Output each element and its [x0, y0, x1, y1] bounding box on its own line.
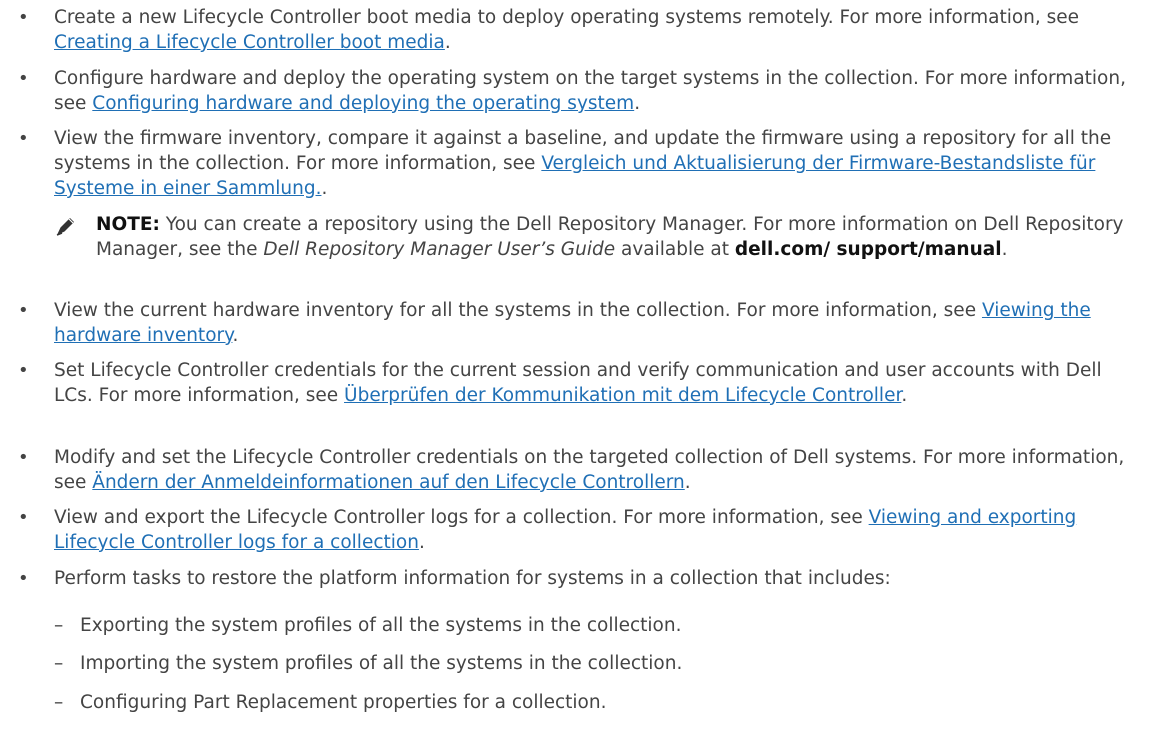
bullet: • [18, 507, 29, 528]
support-url: dell.com/ support/manual [734, 239, 1002, 260]
list-item-3: • View the firmware inventory, compare i… [18, 128, 1112, 199]
list-item-7: • View and export the Lifecycle Controll… [18, 507, 1077, 553]
guide-title: Dell Repository Manager User’s Guide [263, 239, 616, 260]
list-item-1: • Create a new Lifecycle Controller boot… [18, 7, 1080, 53]
list-item-6: • Modify and set the Lifecycle Controlle… [18, 447, 1125, 493]
link-creating-lc-boot-media[interactable]: Creating a Lifecycle Controller boot med… [54, 32, 445, 53]
bullet: • [18, 7, 29, 28]
bullet: • [18, 128, 29, 149]
bullet: • [18, 447, 29, 468]
link-change-credentials[interactable]: Ändern der Anmeldeinformationen auf den … [92, 472, 684, 493]
bullet: • [18, 300, 29, 321]
list-item-2: • Configure hardware and deploy the oper… [18, 68, 1126, 114]
note-block: NOTE: You can create a repository using … [0, 212, 1175, 262]
sub-list-item-1: – Exporting the system profiles of all th… [54, 615, 682, 636]
bullet: • [18, 68, 29, 89]
bullet: • [18, 568, 29, 589]
document-page: • Create a new Lifecycle Controller boot… [0, 0, 1175, 747]
sub-list-item-2: – Importing the system profiles of all th… [54, 653, 683, 674]
list-item-4: • View the current hardware inventory fo… [18, 300, 1091, 346]
link-verify-lc-communication[interactable]: Überprüfen der Kommunikation mit dem Lif… [344, 385, 901, 406]
list-item-5: • Set Lifecycle Controller credentials f… [18, 360, 1102, 406]
note-label: NOTE: [96, 214, 160, 235]
sub-list-item-3: – Configuring Part Replacement properties… [54, 692, 607, 713]
bullet: • [18, 360, 29, 381]
link-configuring-hardware[interactable]: Configuring hardware and deploying the o… [92, 93, 634, 114]
list-item-8: • Perform tasks to restore the platform … [18, 568, 891, 589]
pencil-note-icon [56, 218, 74, 236]
